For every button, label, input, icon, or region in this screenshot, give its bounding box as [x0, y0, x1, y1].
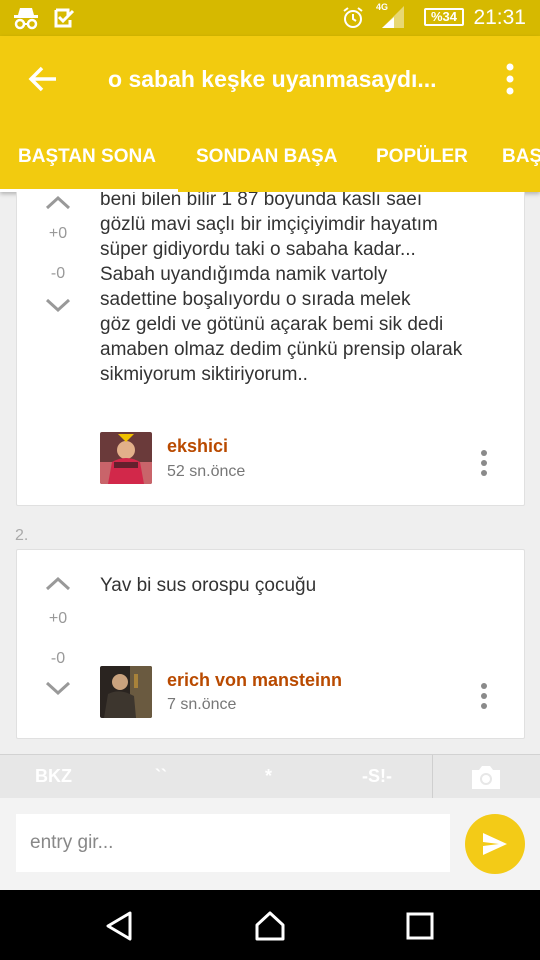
tab-bas[interactable]: BAŞ	[502, 146, 540, 168]
upvote-icon[interactable]	[41, 574, 75, 592]
entry-line: sikmiyorum siktiriyorum..	[100, 364, 308, 385]
checkbox-icon	[54, 8, 75, 28]
toolbar-divider	[432, 755, 433, 799]
entry-time: 7 sn.önce	[167, 696, 237, 713]
entry-line: gözlü mavi saçlı bir imçiçiyimdir hayatı…	[100, 214, 438, 235]
app-bar: o sabah keşke uyanmasaydı... BAŞTAN SONA…	[0, 36, 540, 192]
entry-time: 52 sn.önce	[167, 463, 246, 480]
entry-card: +0 -0 Yav bi sus orospu çocuğu erich von…	[16, 549, 525, 739]
backtick-button[interactable]: ``	[155, 766, 167, 787]
tab-sondan-basa[interactable]: SONDAN BAŞA	[196, 146, 337, 168]
downvote-count: -0	[50, 265, 66, 282]
downvote-icon[interactable]	[41, 297, 75, 315]
recents-nav-icon[interactable]	[404, 910, 436, 942]
entry-composer	[0, 798, 540, 890]
author-name[interactable]: ekshici	[167, 436, 228, 457]
incognito-icon	[14, 8, 38, 30]
entry-line: sadettine boşalıyordu o sırada melek	[100, 289, 411, 310]
entry-card: +0 -0 beni bilen bilir 1 87 boyunda kasl…	[16, 192, 525, 506]
author-name[interactable]: erich von mansteinn	[167, 670, 342, 691]
entry-list: +0 -0 beni bilen bilir 1 87 boyunda kasl…	[0, 192, 540, 754]
send-button[interactable]	[465, 814, 525, 874]
bkz-button[interactable]: BKZ	[35, 766, 72, 787]
entry-more-icon[interactable]	[480, 449, 488, 477]
entry-line: süper gidiyordu taki o sabaha kadar...	[100, 239, 416, 260]
camera-icon[interactable]	[469, 763, 503, 791]
alarm-icon	[343, 7, 363, 28]
avatar[interactable]	[100, 432, 152, 484]
avatar[interactable]	[100, 666, 152, 718]
entry-text: Yav bi sus orospu çocuğu	[100, 573, 510, 598]
home-nav-icon[interactable]	[254, 910, 286, 942]
entry-text: beni bilen bilir 1 87 boyunda kaslı saeı…	[100, 192, 510, 387]
downvote-icon[interactable]	[41, 680, 75, 698]
tab-bar: BAŞTAN SONA SONDAN BAŞA POPÜLER BAŞ	[0, 136, 540, 192]
spoiler-button[interactable]: -S!-	[362, 766, 392, 787]
entry-line: Yav bi sus orospu çocuğu	[100, 575, 317, 596]
downvote-count: -0	[50, 650, 66, 667]
format-toolbar: BKZ `` * -S!-	[0, 754, 540, 799]
entry-more-icon[interactable]	[480, 682, 488, 710]
upvote-count: +0	[48, 610, 68, 627]
tab-populer[interactable]: POPÜLER	[376, 146, 468, 168]
status-bar: 4G %34 21:31	[0, 0, 540, 36]
page-title: o sabah keşke uyanmasaydı...	[108, 66, 437, 92]
overflow-menu-icon[interactable]	[502, 62, 518, 96]
clock: 21:31	[473, 6, 526, 29]
system-nav-bar	[0, 890, 540, 960]
entry-input[interactable]	[16, 814, 450, 872]
upvote-icon[interactable]	[41, 193, 75, 211]
battery-indicator: %34	[424, 8, 464, 26]
entry-line: beni bilen bilir 1 87 boyunda kaslı saeı	[100, 192, 423, 210]
star-button[interactable]: *	[265, 766, 272, 787]
entry-line: Sabah uyandığımda namik vartoly	[100, 264, 388, 285]
signal-icon	[382, 6, 404, 28]
back-arrow-icon[interactable]	[26, 62, 60, 96]
entry-line: göz geldi ve götünü açarak bemi sik dedi	[100, 314, 444, 335]
entry-line: amaben olmaz dedim çünkü prensip olarak	[100, 339, 463, 360]
tab-bastan-sona[interactable]: BAŞTAN SONA	[18, 146, 156, 168]
upvote-count: +0	[48, 225, 68, 242]
entry-number: 2.	[15, 527, 29, 544]
send-icon	[483, 833, 507, 855]
back-nav-icon[interactable]	[104, 910, 136, 942]
